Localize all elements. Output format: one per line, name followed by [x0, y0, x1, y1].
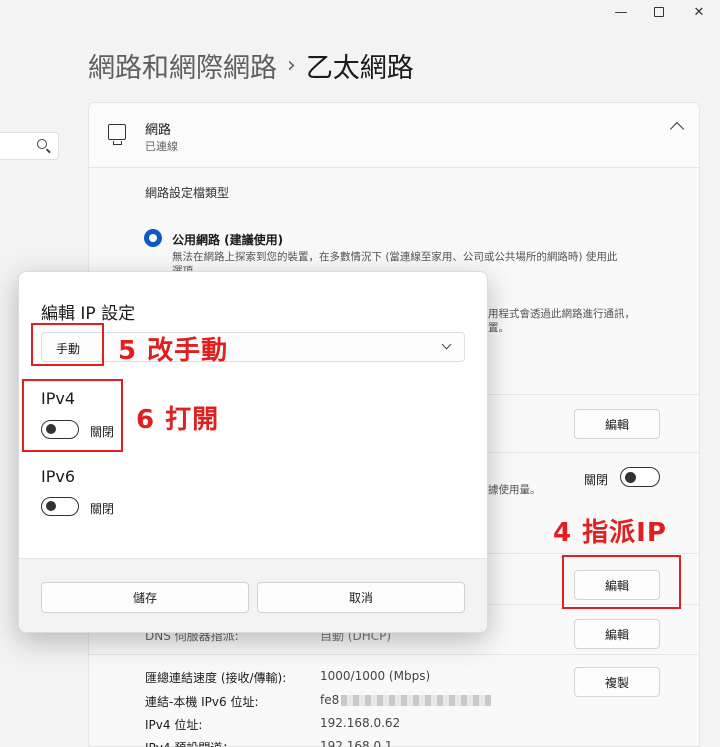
metered-toggle-label: 關閉	[584, 473, 609, 487]
network-card-header[interactable]	[88, 102, 700, 168]
close-icon: ✕	[693, 4, 705, 20]
public-network-radio[interactable]	[144, 229, 162, 247]
public-network-desc: 無法在網路上探索到您的裝置，在多數情況下 (當連線至家用、公司或公共場所的網路時…	[172, 251, 618, 263]
annotation-box-ipv4	[22, 379, 123, 452]
ipv4-address-label: IPv4 位址:	[145, 718, 203, 732]
close-button[interactable]: ✕	[676, 2, 720, 22]
annotation-step-6: 6 打開	[136, 405, 220, 435]
breadcrumb-separator-icon: ›	[287, 53, 296, 78]
ipv6-link-local-prefix: fe8	[320, 693, 340, 707]
ipv6-heading: IPv6	[41, 467, 76, 486]
annotation-box-edit	[562, 555, 681, 609]
annotation-box-manual	[31, 323, 104, 366]
annotation-step-4: 4 指派IP	[553, 518, 667, 548]
cancel-button[interactable]: 取消	[257, 582, 465, 613]
dns-edit-button[interactable]: 編輯	[574, 619, 660, 649]
divider	[88, 654, 700, 655]
minimize-icon: —	[614, 4, 628, 20]
annotation-step-5: 5 改手動	[118, 336, 229, 366]
metered-desc: 據使用量。	[488, 484, 541, 496]
ethernet-icon	[108, 124, 126, 145]
dialog-footer: 儲存 取消	[19, 558, 487, 632]
search-input[interactable]	[0, 132, 59, 160]
save-button[interactable]: 儲存	[41, 582, 249, 613]
chevron-down-icon	[441, 339, 452, 350]
ipv6-toggle[interactable]	[41, 497, 79, 516]
breadcrumb: 網路和網際網路 › 乙太網路	[88, 46, 414, 85]
search-icon	[37, 139, 47, 149]
public-network-label: 公用網路 (建議使用)	[172, 233, 284, 247]
link-speed-value: 1000/1000 (Mbps)	[320, 669, 431, 683]
network-status: 已連線	[145, 140, 178, 153]
private-network-desc-2: 置。	[488, 322, 509, 334]
ipv4-address-value: 192.168.0.62	[320, 716, 401, 730]
ipv6-toggle-label: 關閉	[90, 502, 115, 516]
ipv6-link-local-label: 連結-本機 IPv6 位址:	[145, 695, 259, 709]
redacted-blur	[341, 695, 492, 706]
toggle-knob	[45, 501, 56, 511]
metered-connection-toggle[interactable]	[620, 467, 660, 487]
breadcrumb-parent[interactable]: 網路和網際網路	[88, 46, 277, 85]
ip-mode-select[interactable]: 手動	[41, 332, 465, 362]
ipv6-link-local-value: fe8	[320, 693, 492, 707]
network-title: 網路	[145, 123, 172, 138]
auth-edit-button[interactable]: 編輯	[574, 409, 660, 439]
toggle-knob	[625, 471, 636, 483]
ipv4-gateway-label: IPv4 預設閘道：	[145, 739, 234, 747]
ipv4-gateway-value: 192.168.0.1	[320, 739, 393, 747]
private-network-desc: 用程式會透過此網路進行通訊，	[488, 308, 635, 320]
maximize-icon	[654, 7, 664, 17]
copy-button[interactable]: 複製	[574, 667, 660, 697]
page-title: 乙太網路	[305, 53, 414, 84]
link-speed-label: 匯總連結速度 (接收/傳輸):	[145, 671, 287, 685]
profile-type-label: 網路設定檔類型	[145, 186, 230, 200]
dialog-title: 編輯 IP 設定	[41, 304, 136, 324]
